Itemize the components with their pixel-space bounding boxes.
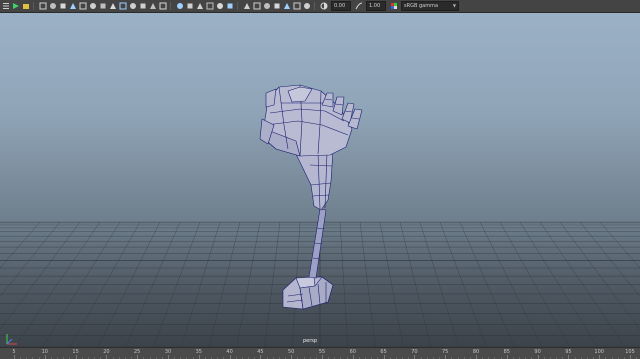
xray-icon[interactable]	[273, 2, 281, 10]
gate-mask-icon[interactable]	[129, 2, 137, 10]
frame-tick-mark	[414, 355, 416, 359]
frame-tick-mark	[260, 355, 262, 359]
xray-joints-icon[interactable]	[283, 2, 291, 10]
safe-action-icon[interactable]	[149, 2, 157, 10]
use-lights-icon[interactable]	[206, 2, 214, 10]
frame-tick-mark	[198, 355, 200, 359]
camera-lock-icon[interactable]	[22, 2, 30, 10]
hand-model-mesh[interactable]	[259, 84, 363, 310]
gamma-icon[interactable]	[355, 2, 363, 10]
exposure-field[interactable]: 0.00	[331, 1, 351, 11]
frame-tick-mark	[599, 355, 601, 359]
frame-tick-mark	[168, 355, 169, 359]
gamma-field[interactable]: 1.00	[366, 1, 386, 11]
frame-tick-mark	[537, 355, 539, 359]
grid-icon[interactable]	[39, 2, 47, 10]
film-gate-icon[interactable]	[109, 2, 117, 10]
frame-tick-mark	[630, 355, 631, 359]
frame-tick-mark	[476, 355, 477, 359]
perspective-viewport[interactable]: persp	[0, 13, 640, 347]
frame-tick-mark	[229, 355, 231, 359]
palm-mesh[interactable]	[261, 84, 353, 157]
exposure-icon[interactable]	[320, 2, 328, 10]
image-plane-icon[interactable]	[69, 2, 77, 10]
menu-icon[interactable]	[2, 2, 10, 10]
frame-tick-mark	[383, 355, 385, 359]
frame-tick-mark	[291, 355, 293, 359]
anti-aliasing-icon[interactable]	[253, 2, 261, 10]
frame-tick-mark	[137, 355, 139, 359]
maya-viewport-panel: 0.00 1.00 sRGB gamma ▼ persp 5 10 15 20 …	[0, 0, 640, 359]
toolbar-separator	[237, 2, 238, 10]
depth-of-field-icon[interactable]	[263, 2, 271, 10]
color-space-dropdown[interactable]: sRGB gamma ▼	[401, 1, 459, 11]
resolution-gate-icon[interactable]	[119, 2, 127, 10]
select-camera-icon[interactable]	[12, 2, 20, 10]
field-chart-icon[interactable]	[139, 2, 147, 10]
chevron-down-icon: ▼	[452, 3, 456, 8]
isolate-select-icon[interactable]	[293, 2, 301, 10]
grease-pencil-icon[interactable]	[79, 2, 87, 10]
display-toggle-icons	[37, 2, 311, 10]
two-d-pan-icon[interactable]	[89, 2, 97, 10]
safe-title-icon[interactable]	[159, 2, 167, 10]
color-space-label: sRGB gamma	[404, 3, 439, 9]
scene-canvas[interactable]	[0, 13, 640, 347]
frame-tick-mark	[106, 355, 108, 359]
wireframe-icon[interactable]	[176, 2, 184, 10]
camera-attributes-icon[interactable]	[49, 2, 57, 10]
ambient-occlusion-icon[interactable]	[226, 2, 234, 10]
frame-tick-mark	[352, 355, 354, 359]
frame-tick-mark	[44, 355, 46, 359]
shadows-icon[interactable]	[216, 2, 224, 10]
backface-culling-icon[interactable]	[303, 2, 311, 10]
toolbar-separator	[170, 2, 171, 10]
viewport-toolbar: 0.00 1.00 sRGB gamma ▼	[0, 0, 640, 13]
motion-blur-icon[interactable]	[243, 2, 251, 10]
frame-tick-mark	[14, 355, 15, 359]
camera-name-label: persp	[302, 338, 318, 344]
arm-shaft-mesh[interactable]	[308, 208, 327, 279]
color-management-icon[interactable]	[390, 2, 398, 10]
time-slider[interactable]: 5 10 15 20 25 30 35 40 45 50 55 60 65 70 75 80 85 90 95 100…	[0, 347, 640, 359]
frame-tick-mark	[322, 355, 323, 359]
smooth-shade-icon[interactable]	[186, 2, 194, 10]
frame-tick-mark	[568, 355, 570, 359]
frame-tick-mark	[75, 355, 77, 359]
view-axis-icon	[6, 334, 17, 345]
frame-tick-mark	[506, 355, 508, 359]
textured-icon[interactable]	[196, 2, 204, 10]
base-block-mesh[interactable]	[282, 276, 334, 310]
frame-tick-mark	[445, 355, 447, 359]
frame-all-icon[interactable]	[99, 2, 107, 10]
forearm-mesh[interactable]	[294, 150, 334, 211]
toolbar-separator	[314, 2, 315, 10]
toolbar-separator	[33, 2, 34, 10]
bookmark-icon[interactable]	[59, 2, 67, 10]
